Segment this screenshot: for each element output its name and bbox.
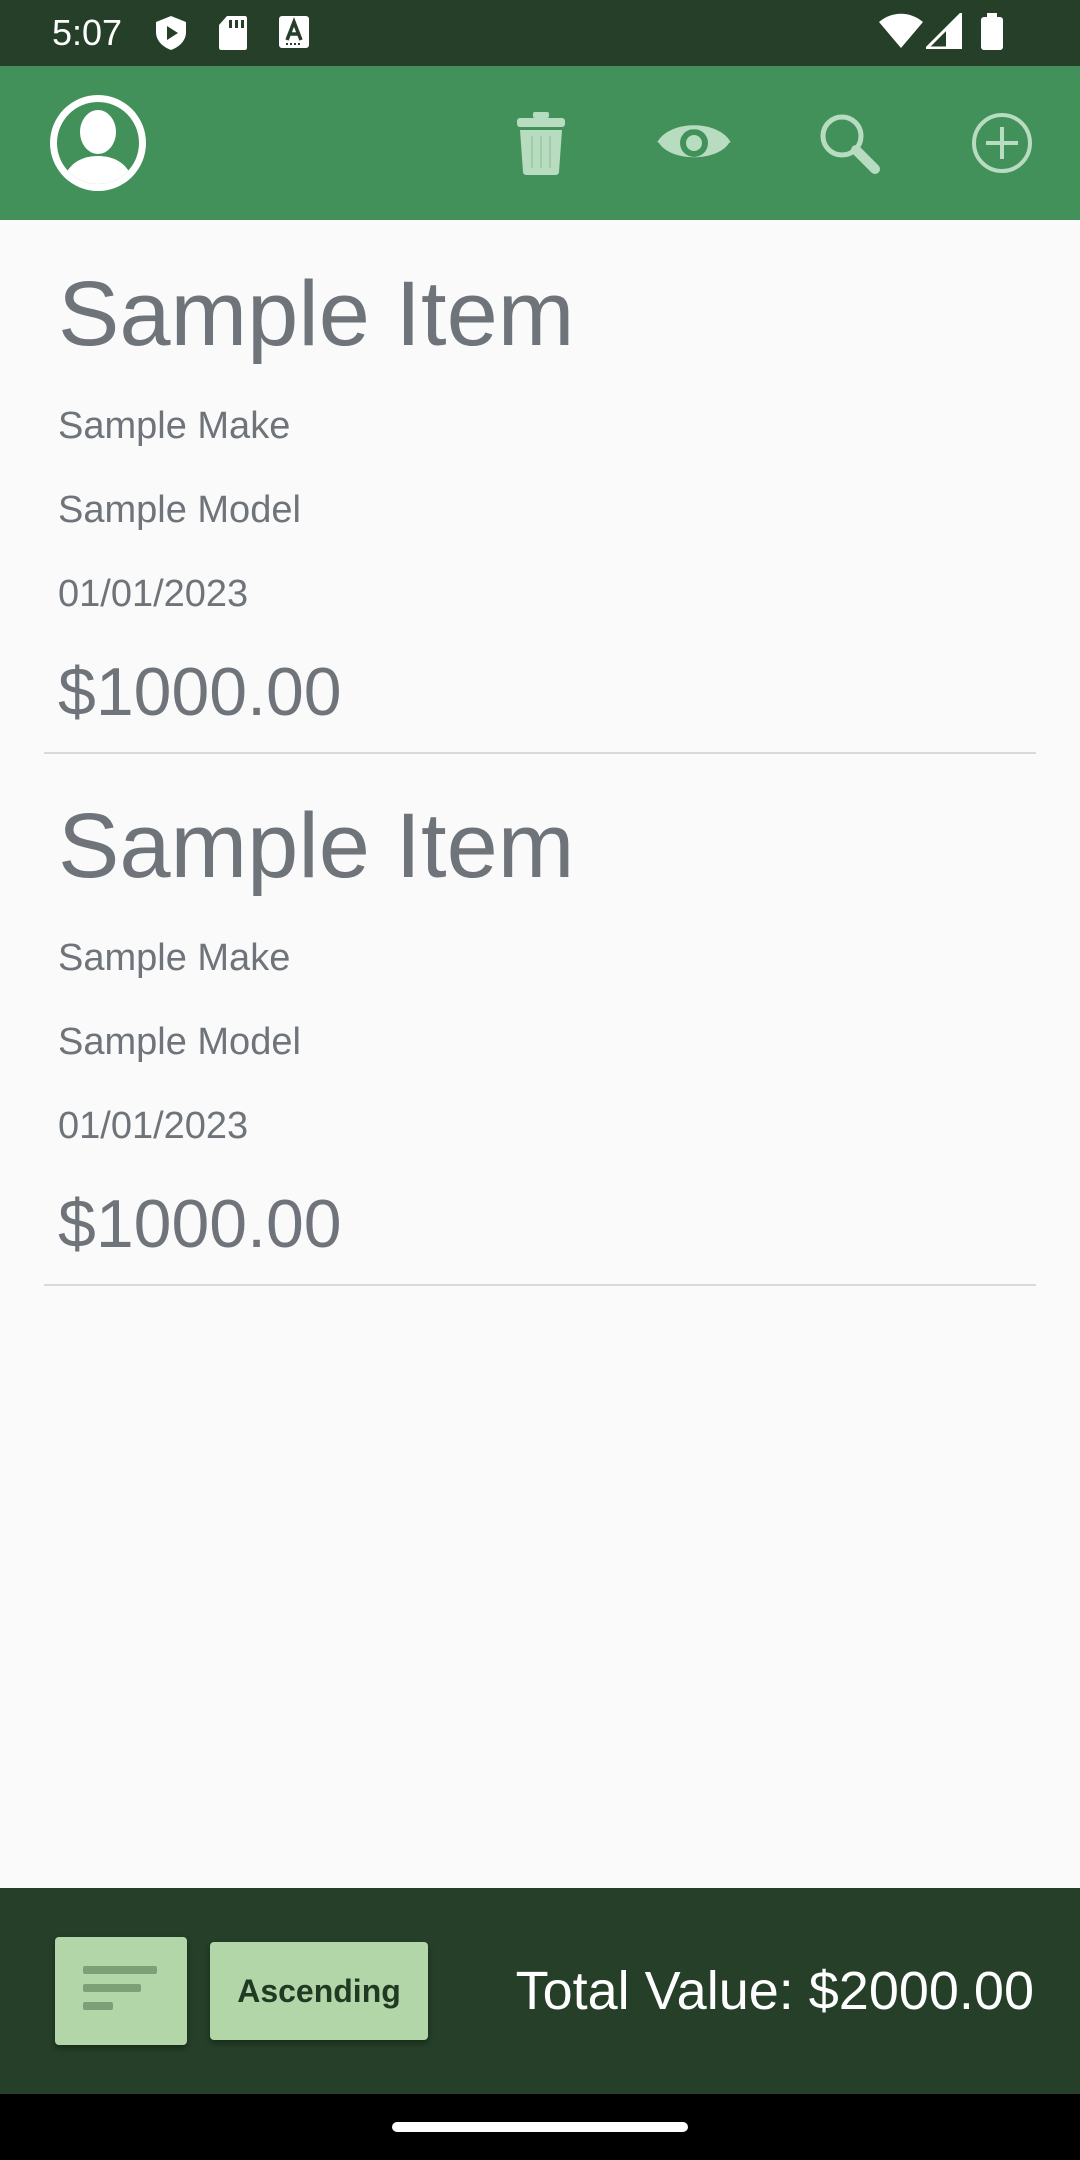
sort-order-button[interactable]: Ascending [210,1942,428,2040]
item-date: 01/01/2023 [58,573,249,615]
item-model: Sample Model [58,489,301,531]
bottom-bar: Ascending Total Value: $2000.00 [0,1888,1080,2094]
sort-lines-icon [81,1962,161,2021]
battery-icon [980,13,1004,56]
total-value: Total Value: $2000.00 [515,1961,1034,2021]
eye-icon[interactable] [634,66,754,220]
cell-signal-icon [923,10,963,54]
item-name: Sample Item [58,263,575,365]
search-icon[interactable] [789,66,909,220]
app-bar [0,66,1080,220]
keyboard-a-icon [278,15,310,54]
item-make: Sample Make [58,405,291,447]
person-avatar-icon[interactable] [47,92,149,194]
home-gesture-handle[interactable] [392,2122,688,2132]
play-protect-icon [154,15,188,56]
status-time: 5:07 [52,12,123,53]
item-price: $1000.00 [58,654,342,730]
trash-icon[interactable] [481,66,601,220]
add-circle-icon[interactable] [942,66,1062,220]
item-date: 01/01/2023 [58,1105,249,1147]
item-model: Sample Model [58,1021,301,1063]
sd-card-icon [218,15,248,56]
wifi-icon [878,13,924,54]
list-item[interactable]: Sample Item Sample Make Sample Model 01/… [44,752,1036,1286]
item-make: Sample Make [58,937,291,979]
sort-button[interactable] [55,1937,187,2045]
item-price: $1000.00 [58,1186,342,1262]
status-bar: 5:07 [0,0,1080,66]
item-name: Sample Item [58,795,575,897]
list-item[interactable]: Sample Item Sample Make Sample Model 01/… [44,220,1036,754]
